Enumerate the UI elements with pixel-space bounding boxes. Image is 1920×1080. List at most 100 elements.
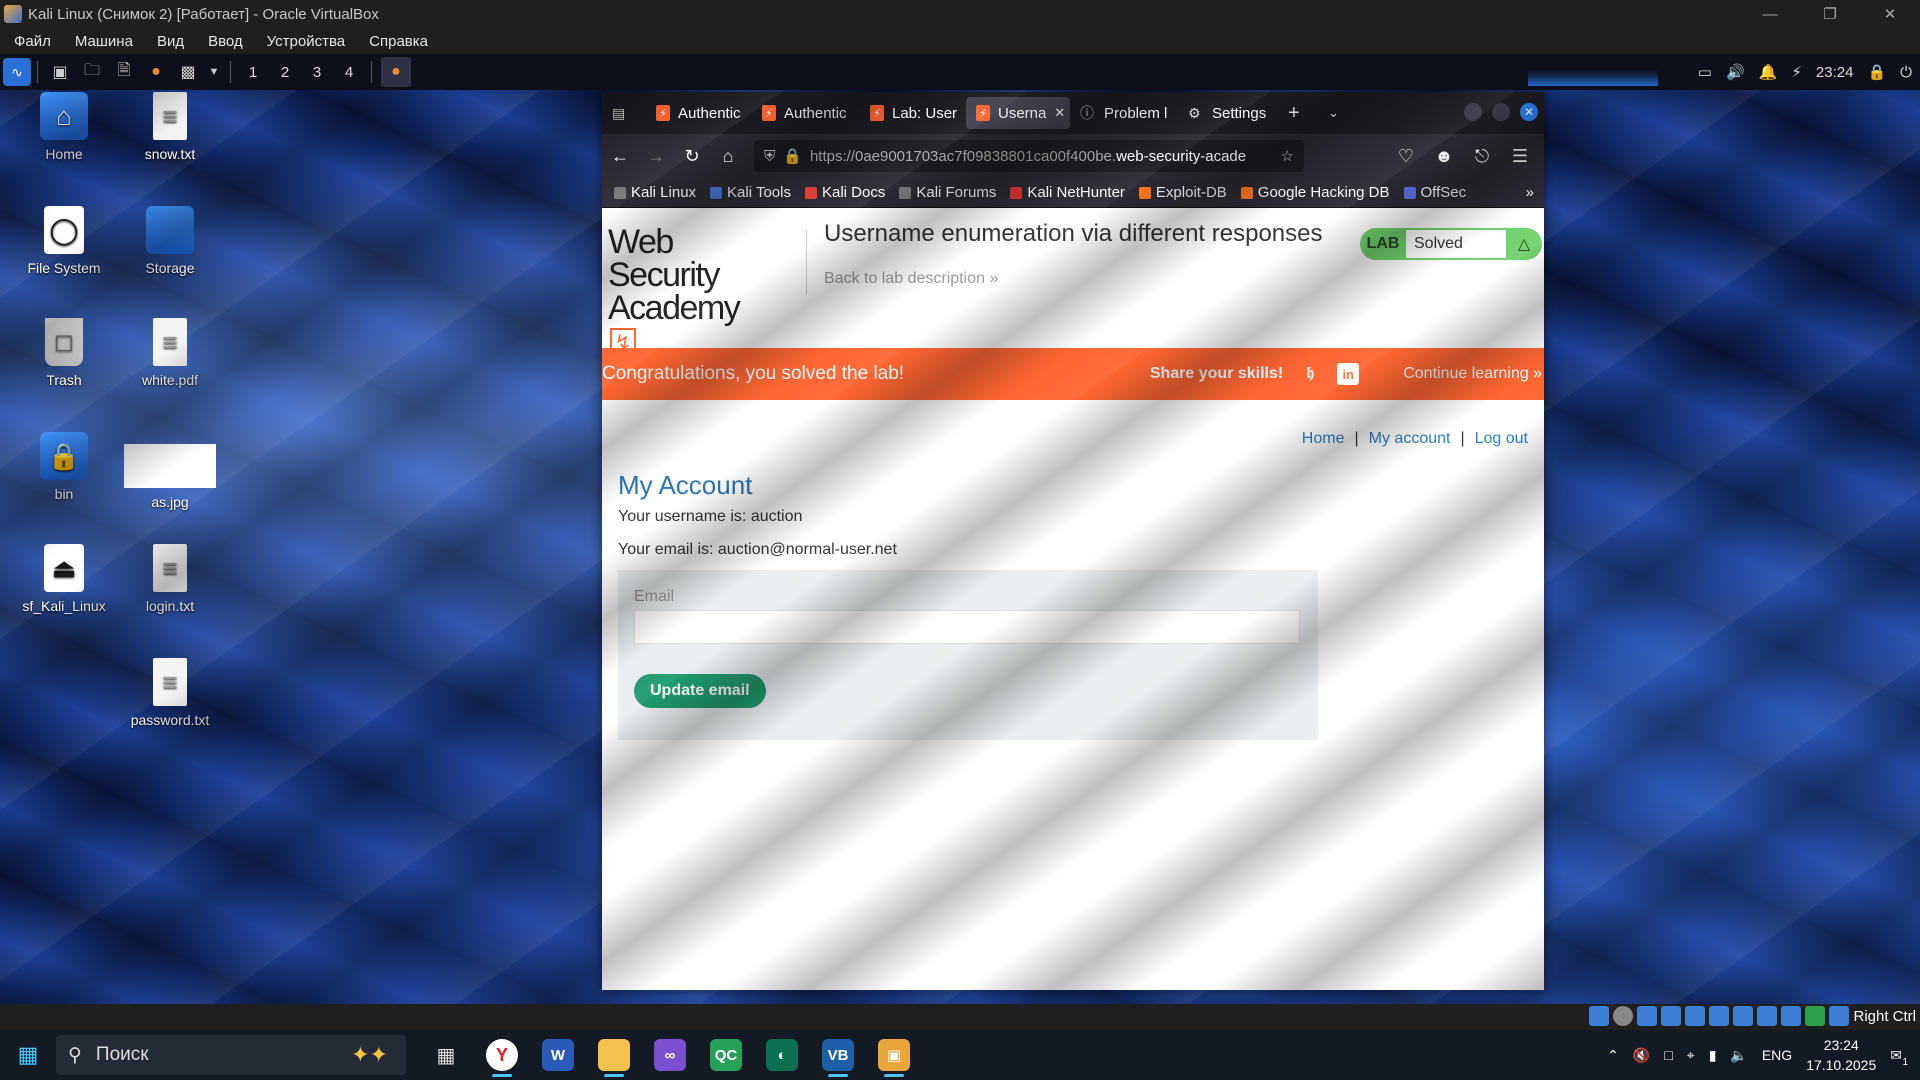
display-icon[interactable]: ▭	[1698, 63, 1712, 81]
desktop-icon-home[interactable]: ⌂ Home	[14, 92, 114, 162]
pocket-icon[interactable]: ♡	[1388, 146, 1424, 167]
home-icon[interactable]: ⌂	[710, 146, 746, 167]
meet-now-icon[interactable]: □	[1664, 1047, 1672, 1063]
audio-device-icon[interactable]	[1637, 1006, 1658, 1026]
language-indicator[interactable]: ENG	[1762, 1047, 1792, 1063]
optical-drive-icon[interactable]	[1613, 1006, 1634, 1026]
tab-settings[interactable]: ⚙ Settings	[1178, 97, 1278, 129]
kali-vm-taskbar-icon[interactable]: ▣	[866, 1032, 922, 1078]
network-device-icon[interactable]	[1661, 1006, 1682, 1026]
menu-file[interactable]: Файл	[0, 33, 61, 50]
web-security-academy-logo[interactable]: Web Security Academy↯	[608, 225, 766, 359]
url-bar[interactable]: ⛨ 🔒 https://0ae9001703ac7f09838801ca00f4…	[754, 140, 1304, 172]
home-link[interactable]: Home	[1302, 430, 1345, 447]
hamburger-menu-icon[interactable]: ☰	[1502, 146, 1538, 167]
desktop-icon-password[interactable]: ≡ password.txt	[120, 658, 220, 728]
terminal-icon[interactable]: ▩	[175, 59, 201, 85]
new-tab-button[interactable]: +	[1278, 97, 1318, 129]
display-device-icon[interactable]	[1733, 1006, 1754, 1026]
notification-center-icon[interactable]: ✉ 1	[1890, 1047, 1908, 1068]
firefox-icon[interactable]: ●	[143, 59, 169, 85]
windows-start-icon[interactable]: ▦	[0, 1042, 56, 1068]
battery-icon[interactable]: ▮	[1709, 1047, 1717, 1064]
lock-icon[interactable]: 🔒	[1867, 63, 1886, 81]
vt-x-icon[interactable]	[1781, 1006, 1802, 1026]
menu-help[interactable]: Справка	[355, 33, 438, 50]
restore-icon[interactable]: ❐	[1800, 0, 1860, 28]
firefox-window-icon[interactable]: ●	[381, 57, 411, 87]
dataspell-icon[interactable]: ◐	[754, 1032, 810, 1078]
update-email-button[interactable]: Update email	[634, 674, 766, 708]
desktop-icon-login[interactable]: ≡ login.txt	[120, 544, 220, 614]
file-explorer-icon[interactable]	[586, 1032, 642, 1078]
lock-icon[interactable]: 🔒	[783, 147, 802, 165]
text-editor-icon[interactable]: 🗎	[111, 59, 137, 85]
back-arrow-icon[interactable]: ←	[602, 146, 638, 167]
close-window-icon[interactable]: ✕	[1520, 103, 1538, 121]
close-tab-icon[interactable]: ✕	[1054, 105, 1065, 121]
visual-studio-icon[interactable]: ∞	[642, 1032, 698, 1078]
chevron-down-icon[interactable]: ▼	[207, 59, 221, 85]
word-icon[interactable]: W	[530, 1032, 586, 1078]
desktop-icon-snow[interactable]: ≡ snow.txt	[120, 92, 220, 162]
more-bookmarks-chevron-icon[interactable]: »	[1526, 184, 1544, 201]
account-icon[interactable]: ☻	[1426, 146, 1462, 167]
menu-input[interactable]: Ввод	[194, 33, 253, 50]
taskbar-search-box[interactable]: ⚲ Поиск ✦✦	[56, 1035, 406, 1075]
bookmark-kali-tools[interactable]: Kali Tools	[710, 184, 791, 201]
workspace-3[interactable]: 3	[301, 64, 333, 81]
my-account-link[interactable]: My account	[1369, 430, 1451, 447]
kali-menu-icon[interactable]: ∿	[3, 58, 31, 86]
usb-device-icon[interactable]	[1685, 1006, 1706, 1026]
storage-device-icon[interactable]	[1589, 1006, 1610, 1026]
menu-view[interactable]: Вид	[143, 33, 194, 50]
taskbar-clock[interactable]: 23:24 17.10.2025	[1806, 1035, 1876, 1075]
speaker-icon[interactable]: 🔈	[1730, 1047, 1747, 1064]
yandex-browser-icon[interactable]: Y	[474, 1032, 530, 1078]
tab-overview-icon[interactable]: ▤	[602, 97, 638, 129]
maximize-icon[interactable]	[1492, 103, 1510, 121]
tab-problem[interactable]: ⓘ Problem l	[1070, 97, 1178, 129]
minimize-icon[interactable]	[1464, 103, 1482, 121]
notification-bell-icon[interactable]: 🔔	[1759, 63, 1778, 81]
back-to-lab-description-link[interactable]: Back to lab description »	[824, 270, 998, 288]
show-desktop-icon[interactable]: ▣	[47, 59, 73, 85]
workspace-1[interactable]: 1	[237, 64, 269, 81]
desktop-icon-as-jpg[interactable]: as.jpg	[120, 444, 220, 510]
keyboard-icon[interactable]	[1829, 1006, 1850, 1026]
bookmark-kali-docs[interactable]: Kali Docs	[804, 184, 885, 201]
extensions-icon[interactable]: ⎋	[1464, 146, 1500, 167]
desktop-icon-white-pdf[interactable]: ≡ white.pdf	[120, 318, 220, 388]
bookmark-kali-nethunter[interactable]: Kali NetHunter	[1010, 184, 1125, 201]
chevron-up-icon[interactable]: ⌃	[1607, 1047, 1619, 1064]
list-tabs-chevron-icon[interactable]: ⌄	[1318, 97, 1358, 129]
tab-authentication-1[interactable]: ⚡ Authentic	[646, 97, 752, 129]
close-icon[interactable]: ✕	[1860, 0, 1920, 28]
mouse-integration-icon[interactable]	[1805, 1006, 1826, 1026]
desktop-icon-sf-kali[interactable]: ⏏ sf_Kali_Linux	[14, 544, 114, 614]
bookmark-offsec[interactable]: OffSec	[1403, 184, 1466, 201]
email-field[interactable]	[634, 610, 1300, 644]
tab-authentication-2[interactable]: ⚡ Authentic	[752, 97, 860, 129]
twitter-icon[interactable]: 𝔥	[1299, 363, 1321, 385]
tab-username-active[interactable]: ⚡ Userna ✕	[966, 97, 1070, 129]
linkedin-icon[interactable]: in	[1337, 363, 1360, 385]
desktop-icon-storage[interactable]: Storage	[120, 206, 220, 276]
battery-icon[interactable]: ⚡	[1791, 63, 1802, 81]
wifi-icon[interactable]: ⌖	[1687, 1047, 1695, 1064]
workspace-4[interactable]: 4	[333, 64, 365, 81]
menu-machine[interactable]: Машина	[61, 33, 143, 50]
virtualbox-taskbar-icon[interactable]: VB	[810, 1032, 866, 1078]
menu-devices[interactable]: Устройства	[253, 33, 355, 50]
log-out-link[interactable]: Log out	[1475, 430, 1528, 447]
bookmark-kali-linux[interactable]: Kali Linux	[614, 184, 696, 201]
forward-arrow-icon[interactable]: →	[638, 146, 674, 167]
recording-icon[interactable]	[1757, 1006, 1778, 1026]
tab-lab-username[interactable]: ⚡ Lab: User	[860, 97, 966, 129]
desktop-icon-bin[interactable]: 🔒 bin	[14, 432, 114, 502]
power-icon[interactable]: ⏻	[1900, 64, 1912, 81]
desktop-icon-trash[interactable]: □ Trash	[14, 318, 114, 388]
file-manager-icon[interactable]: 🗀	[79, 59, 105, 85]
volume-icon[interactable]: 🔊	[1726, 63, 1745, 81]
desktop-icon-filesystem[interactable]: ◯ File System	[14, 206, 114, 276]
